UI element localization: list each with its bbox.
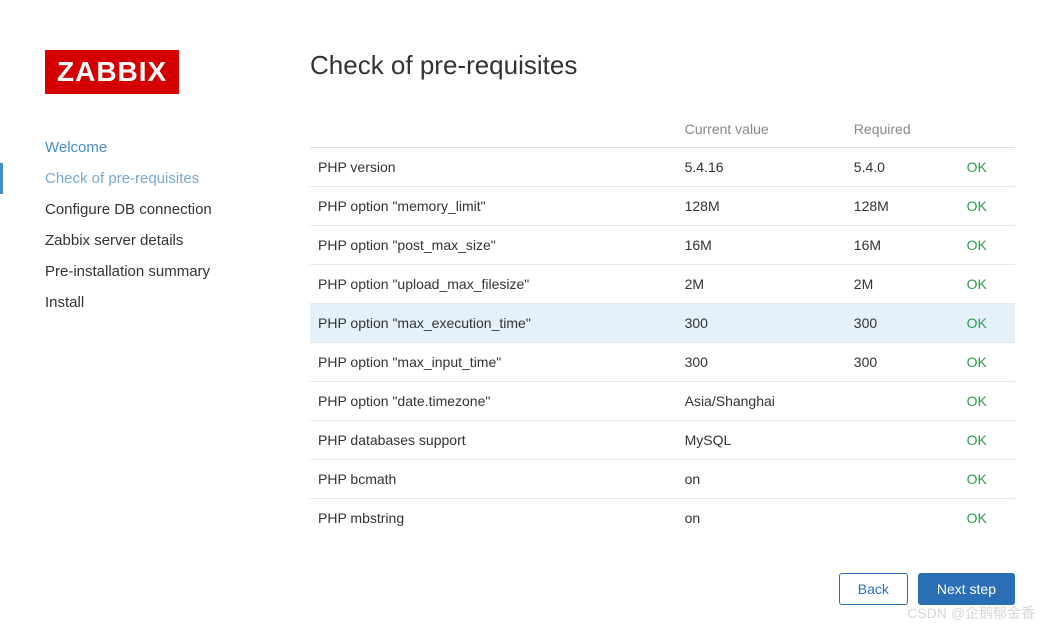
req-required: 2M [846,265,959,304]
table-row: PHP option "max_execution_time"300300OK [310,304,1015,343]
table-row: PHP option "post_max_size"16M16MOK [310,226,1015,265]
req-name: PHP option "post_max_size" [310,226,677,265]
req-current: 16M [677,226,846,265]
req-required: 300 [846,304,959,343]
req-name: PHP option "max_execution_time" [310,304,677,343]
req-status: OK [959,460,1015,499]
req-status: OK [959,421,1015,460]
req-status: OK [959,187,1015,226]
req-current: 300 [677,304,846,343]
table-row: PHP option "date.timezone"Asia/Shanghai O… [310,382,1015,421]
col-required-header: Required [846,111,959,148]
col-name-header [310,111,677,148]
table-row: PHP option "memory_limit"128M128MOK [310,187,1015,226]
req-current: 128M [677,187,846,226]
nav-item-5[interactable]: Install [45,287,270,318]
req-current: 300 [677,343,846,382]
req-required: 300 [846,343,959,382]
req-name: PHP mbstring [310,499,677,532]
table-row: PHP mbstringon OK [310,499,1015,532]
req-required: 16M [846,226,959,265]
nav-item-0[interactable]: Welcome [45,132,270,163]
req-current: MySQL [677,421,846,460]
table-row: PHP option "upload_max_filesize"2M2MOK [310,265,1015,304]
back-button[interactable]: Back [839,573,908,605]
next-step-button[interactable]: Next step [918,573,1015,605]
req-current: on [677,499,846,532]
col-current-header: Current value [677,111,846,148]
req-required: 128M [846,187,959,226]
req-current: Asia/Shanghai [677,382,846,421]
req-status: OK [959,304,1015,343]
req-name: PHP version [310,148,677,187]
req-name: PHP option "max_input_time" [310,343,677,382]
req-status: OK [959,148,1015,187]
zabbix-logo: ZABBIX [45,50,179,94]
requirements-table-scroll[interactable]: Current value Required PHP version5.4.16… [310,111,1015,531]
req-required [846,421,959,460]
req-status: OK [959,499,1015,532]
req-current: 5.4.16 [677,148,846,187]
req-name: PHP option "memory_limit" [310,187,677,226]
nav-item-1[interactable]: Check of pre-requisites [0,163,270,194]
req-current: on [677,460,846,499]
req-required [846,460,959,499]
table-row: PHP databases supportMySQL OK [310,421,1015,460]
page-title: Check of pre-requisites [310,50,1015,81]
sidebar: ZABBIX WelcomeCheck of pre-requisitesCon… [0,20,290,629]
req-status: OK [959,265,1015,304]
req-name: PHP bcmath [310,460,677,499]
nav-item-2[interactable]: Configure DB connection [45,194,270,225]
table-row: PHP bcmathon OK [310,460,1015,499]
table-row: PHP version5.4.165.4.0OK [310,148,1015,187]
req-name: PHP databases support [310,421,677,460]
req-required [846,499,959,532]
setup-nav: WelcomeCheck of pre-requisitesConfigure … [45,132,270,318]
req-status: OK [959,382,1015,421]
req-required: 5.4.0 [846,148,959,187]
nav-item-4[interactable]: Pre-installation summary [45,256,270,287]
nav-item-3[interactable]: Zabbix server details [45,225,270,256]
req-name: PHP option "date.timezone" [310,382,677,421]
col-status-header [959,111,1015,148]
req-status: OK [959,226,1015,265]
req-name: PHP option "upload_max_filesize" [310,265,677,304]
req-current: 2M [677,265,846,304]
req-required [846,382,959,421]
watermark: CSDN @企鹅郁金香 [907,603,1035,623]
requirements-table: Current value Required PHP version5.4.16… [310,111,1015,531]
main-panel: Check of pre-requisites Current value Re… [290,20,1055,629]
req-status: OK [959,343,1015,382]
table-row: PHP option "max_input_time"300300OK [310,343,1015,382]
